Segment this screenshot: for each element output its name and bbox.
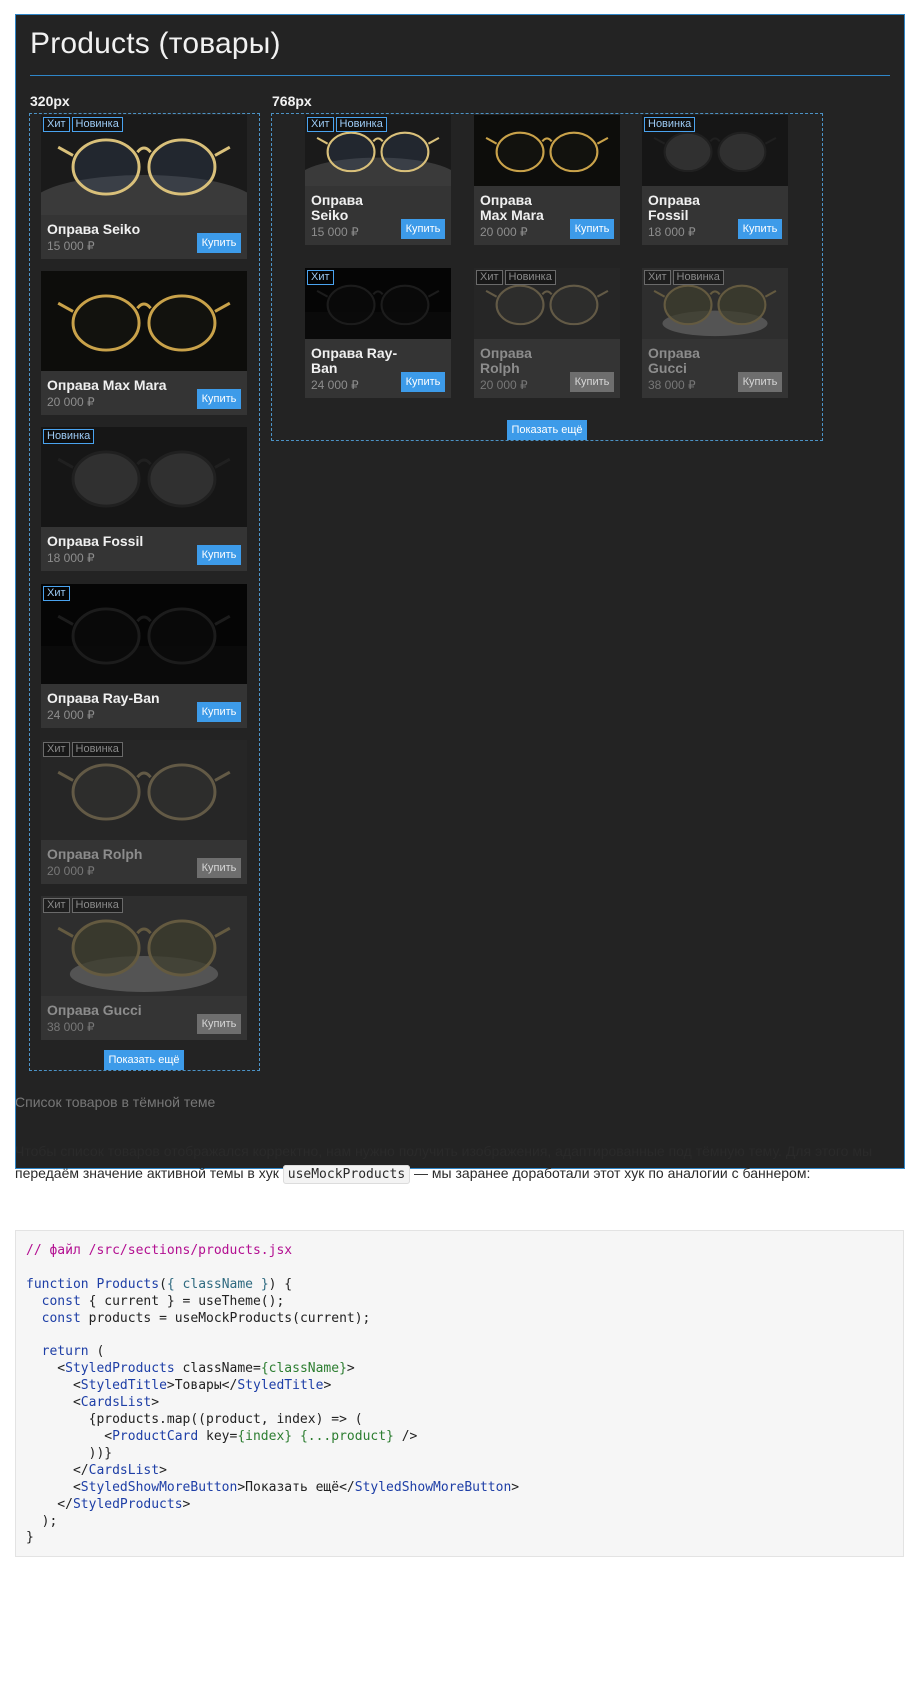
- product-price: 20 000 ₽: [480, 225, 528, 239]
- buy-button[interactable]: Купить: [197, 1014, 241, 1034]
- buy-button[interactable]: Купить: [401, 372, 445, 392]
- new-badge: Новинка: [504, 270, 556, 285]
- badge-group: Хит Новинка: [307, 117, 387, 132]
- product-price: 18 000 ₽: [648, 225, 696, 239]
- inline-code: useMockProducts: [282, 1165, 411, 1184]
- new-badge: Новинка: [71, 898, 123, 913]
- badge-group: Хит: [43, 585, 70, 601]
- product-card: Хит Оправа Ray-Ban24 000 ₽ Купить: [41, 583, 247, 728]
- buy-button[interactable]: Купить: [197, 701, 241, 722]
- badge-group: Хит Новинка: [43, 117, 123, 132]
- buy-button[interactable]: Купить: [197, 857, 241, 878]
- new-badge: Новинка: [335, 117, 387, 132]
- product-card: Новинка Оправа Fossil 18 000 ₽ Купить: [41, 427, 247, 572]
- product-name: Оправа Gucci: [648, 345, 700, 376]
- buy-button[interactable]: Купить: [570, 219, 614, 239]
- product-name: Оправа Ray-Ban: [47, 689, 160, 706]
- product-price: 15 000 ₽: [311, 225, 359, 239]
- product-card: Оправа Max Mara 20 000 ₽ Купить: [41, 271, 247, 416]
- new-badge: Новинка: [71, 117, 123, 132]
- figure-title: Products (товары): [30, 27, 281, 60]
- product-name: Оправа Max Mara: [480, 192, 544, 223]
- product-name: Оправа Ray-Ban: [311, 345, 398, 376]
- new-badge: Новинка: [43, 429, 95, 445]
- product-name: Оправа Fossil: [648, 192, 700, 223]
- new-badge: Новинка: [71, 741, 123, 757]
- product-name: Оправа Seiko: [311, 192, 363, 223]
- product-card: Новинка Оправа Fossil 18 000 ₽ Купить: [642, 115, 788, 245]
- breakpoint-label-768: 768px: [272, 93, 312, 109]
- product-price: 24 000 ₽: [311, 378, 359, 392]
- product-price: 18 000 ₽: [47, 551, 95, 566]
- buy-button[interactable]: Купить: [570, 372, 614, 392]
- mobile-preview-panel: Хит Новинка Оправа Seiko 15 000 ₽ Купить Опра…: [29, 113, 260, 1071]
- hit-badge: Хит: [307, 117, 334, 132]
- product-price: 20 000 ₽: [47, 395, 95, 410]
- products-dark-theme-figure: Products (товары) 320px 768px Хит Новинка…: [15, 14, 905, 1169]
- badge-group: Новинка: [43, 429, 95, 445]
- hit-badge: Хит: [43, 117, 70, 132]
- hit-badge: Хит: [476, 270, 503, 285]
- product-name: Оправа Rolph: [480, 345, 532, 376]
- product-price: 15 000 ₽: [47, 239, 95, 253]
- new-badge: Новинка: [672, 270, 724, 285]
- product-name: Оправа Gucci: [47, 1002, 142, 1018]
- badge-group: Хит Новинка: [43, 898, 123, 913]
- product-card: Хит Новинка Оправа Seiko 15 000 ₽ Купить: [41, 115, 247, 259]
- badge-group: Хит Новинка: [43, 741, 123, 757]
- badge-group: Хит Новинка: [644, 270, 724, 285]
- badge-group: Хит Новинка: [476, 270, 556, 285]
- hit-badge: Хит: [43, 898, 70, 913]
- figure-caption: Список товаров в тёмной теме: [15, 1094, 216, 1110]
- product-price: 20 000 ₽: [47, 863, 95, 878]
- body-paragraph: Чтобы список товаров отображался коррект…: [15, 1140, 895, 1186]
- product-card: Хит Новинка Оправа Seiko 15 000 ₽ Купить: [305, 115, 451, 245]
- badge-group: Хит: [307, 270, 334, 285]
- title-divider: [30, 75, 890, 76]
- product-image: [41, 583, 247, 684]
- product-card: Хит Новинка Оправа Rolph 20 000 ₽ Купить: [474, 268, 620, 398]
- breakpoint-label-320: 320px: [30, 93, 70, 109]
- buy-button[interactable]: Купить: [738, 372, 782, 392]
- tablet-preview-panel: Хит Новинка Оправа Seiko 15 000 ₽ Купить Оправ…: [271, 113, 823, 441]
- product-price: 38 000 ₽: [47, 1020, 95, 1034]
- product-name: Оправа Rolph: [47, 845, 143, 862]
- product-card: Оправа Max Mara 20 000 ₽ Купить: [474, 115, 620, 245]
- hit-badge: Хит: [644, 270, 671, 285]
- code-block: // файл /src/sections/products.jsx funct…: [15, 1230, 904, 1557]
- badge-group: Новинка: [644, 117, 696, 132]
- product-name: Оправа Seiko: [47, 221, 141, 237]
- product-price: 38 000 ₽: [648, 378, 696, 392]
- paragraph-text-2: — мы заранее доработали этот хук по анал…: [410, 1165, 811, 1181]
- product-price: 20 000 ₽: [480, 378, 528, 392]
- buy-button[interactable]: Купить: [197, 545, 241, 566]
- show-more-button[interactable]: Показать ещё: [507, 420, 587, 440]
- hit-badge: Хит: [43, 585, 70, 601]
- product-image: [41, 271, 247, 372]
- hit-badge: Хит: [307, 270, 334, 285]
- buy-button[interactable]: Купить: [197, 389, 241, 410]
- new-badge: Новинка: [644, 117, 696, 132]
- product-card: Хит Оправа Ray-Ban 24 000 ₽ Купить: [305, 268, 451, 398]
- product-card: Хит Новинка Оправа Rolph 20 000 ₽ Купить: [41, 739, 247, 884]
- code-content: // файл /src/sections/products.jsx funct…: [26, 1243, 520, 1546]
- hit-badge: Хит: [43, 741, 70, 757]
- product-image: [474, 115, 620, 186]
- buy-button[interactable]: Купить: [401, 219, 445, 239]
- buy-button[interactable]: Купить: [738, 219, 782, 239]
- product-card: Хит Новинка Оправа Gucci 38 000 ₽ Купить: [642, 268, 788, 398]
- buy-button[interactable]: Купить: [197, 233, 241, 253]
- product-name: Оправа Fossil: [47, 533, 144, 550]
- show-more-button[interactable]: Показать ещё: [104, 1050, 184, 1070]
- product-price: 24 000 ₽: [47, 707, 95, 722]
- product-card: Хит Новинка Оправа Gucci 38 000 ₽ Купить: [41, 896, 247, 1040]
- product-name: Оправа Max Mara: [47, 377, 167, 394]
